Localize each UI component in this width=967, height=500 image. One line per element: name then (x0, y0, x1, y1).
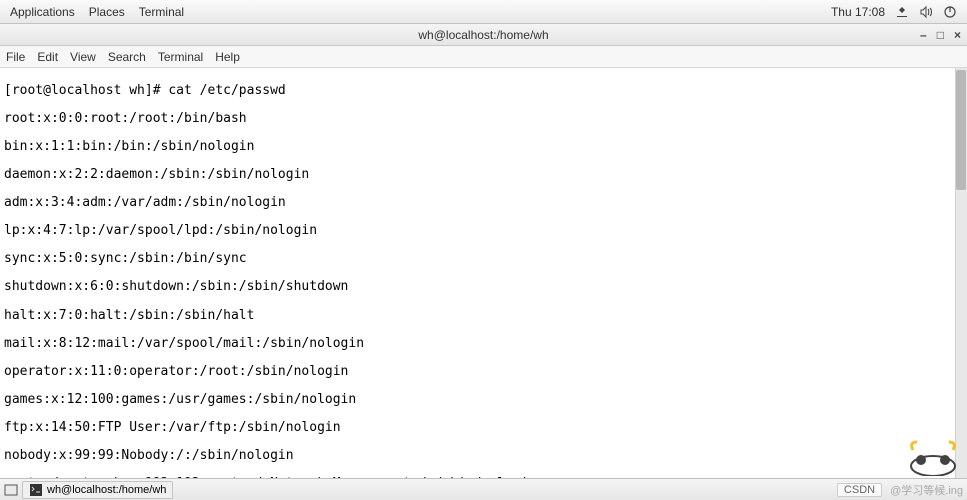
terminal-menubar: File Edit View Search Terminal Help (0, 46, 967, 68)
watermark-author: @学习等候.ing (890, 482, 963, 498)
gnome-top-panel: Applications Places Terminal Thu 17:08 (0, 0, 967, 24)
applications-menu[interactable]: Applications (10, 5, 75, 19)
terminal-menu[interactable]: Terminal (139, 5, 184, 19)
terminal-scrollbar[interactable] (955, 68, 967, 478)
menu-help[interactable]: Help (215, 50, 240, 64)
taskbar-item-terminal[interactable]: wh@localhost:/home/wh (22, 481, 173, 499)
window-maximize-button[interactable]: □ (937, 28, 944, 42)
terminal-output-line: daemon:x:2:2:daemon:/sbin:/sbin/nologin (4, 168, 963, 182)
clock[interactable]: Thu 17:08 (831, 5, 885, 19)
window-title: wh@localhost:/home/wh (418, 28, 548, 42)
volume-icon[interactable] (919, 5, 933, 19)
terminal-output-line: halt:x:7:0:halt:/sbin:/sbin/halt (4, 309, 963, 323)
terminal-output-line: bin:x:1:1:bin:/bin:/sbin/nologin (4, 140, 963, 154)
show-desktop-icon[interactable] (4, 483, 18, 497)
menu-view[interactable]: View (70, 50, 96, 64)
terminal-icon (29, 483, 43, 497)
network-icon[interactable] (895, 5, 909, 19)
menu-search[interactable]: Search (108, 50, 146, 64)
menu-edit[interactable]: Edit (37, 50, 58, 64)
watermark-csdn: CSDN (837, 483, 882, 497)
taskbar-item-label: wh@localhost:/home/wh (47, 484, 166, 496)
menu-file[interactable]: File (6, 50, 25, 64)
terminal-output-line: operator:x:11:0:operator:/root:/sbin/nol… (4, 365, 963, 379)
terminal-output-line: nobody:x:99:99:Nobody:/:/sbin/nologin (4, 449, 963, 463)
terminal-output-line: games:x:12:100:games:/usr/games:/sbin/no… (4, 393, 963, 407)
menu-terminal[interactable]: Terminal (158, 50, 203, 64)
gnome-bottom-panel: wh@localhost:/home/wh CSDN @学习等候.ing (0, 478, 967, 500)
terminal-output-line: mail:x:8:12:mail:/var/spool/mail:/sbin/n… (4, 337, 963, 351)
terminal-prompt-line: [root@localhost wh]# cat /etc/passwd (4, 84, 963, 98)
terminal-output-line: sync:x:5:0:sync:/sbin:/bin/sync (4, 252, 963, 266)
scrollbar-thumb[interactable] (956, 70, 966, 190)
terminal-output-line: adm:x:3:4:adm:/var/adm:/sbin/nologin (4, 196, 963, 210)
terminal-output-line: shutdown:x:6:0:shutdown:/sbin:/sbin/shut… (4, 280, 963, 294)
terminal-output-line: root:x:0:0:root:/root:/bin/bash (4, 112, 963, 126)
terminal-output-line: lp:x:4:7:lp:/var/spool/lpd:/sbin/nologin (4, 224, 963, 238)
terminal-body[interactable]: [root@localhost wh]# cat /etc/passwd roo… (0, 68, 967, 478)
window-close-button[interactable]: × (954, 28, 961, 42)
window-minimize-button[interactable]: – (920, 28, 927, 42)
places-menu[interactable]: Places (89, 5, 125, 19)
window-titlebar[interactable]: wh@localhost:/home/wh – □ × (0, 24, 967, 46)
power-icon[interactable] (943, 5, 957, 19)
terminal-output-line: ftp:x:14:50:FTP User:/var/ftp:/sbin/nolo… (4, 421, 963, 435)
